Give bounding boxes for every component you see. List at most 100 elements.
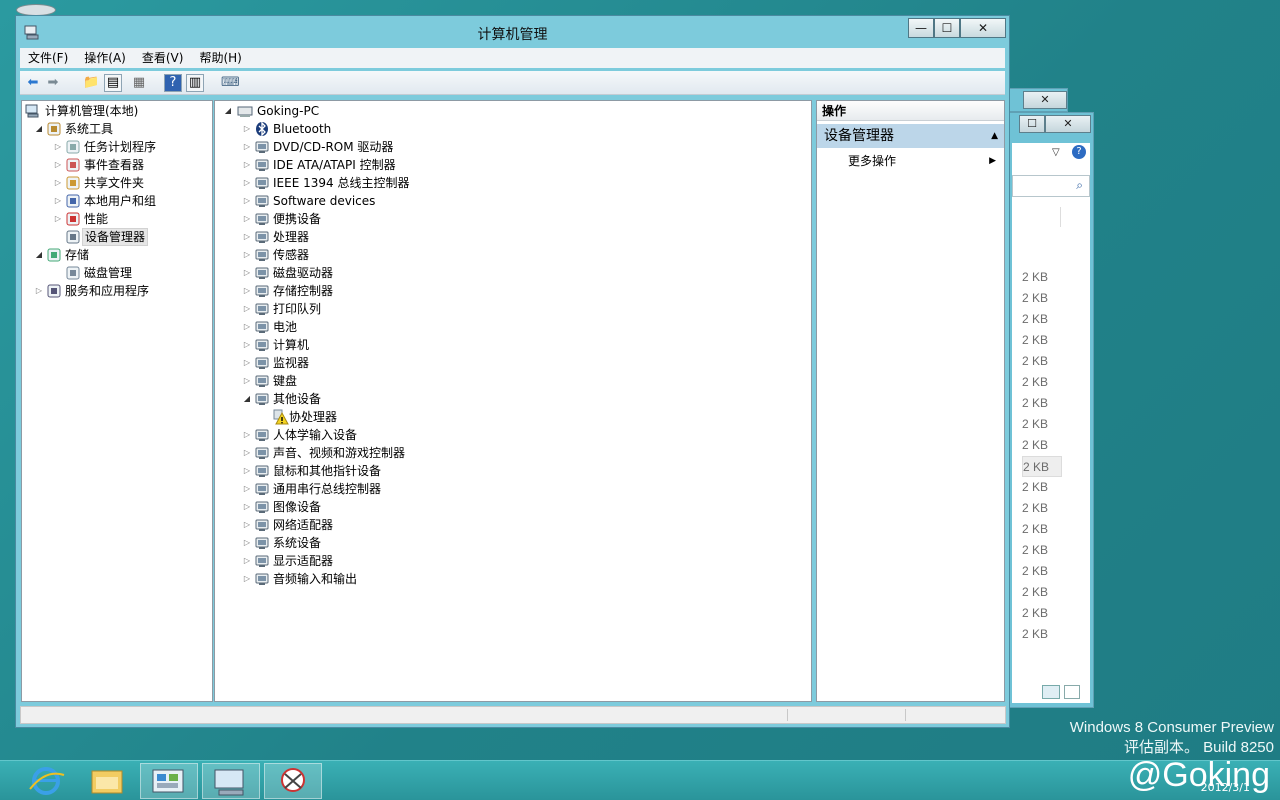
expand-arrow-icon[interactable]: ▷: [242, 426, 252, 444]
close-button[interactable]: ✕: [960, 18, 1006, 38]
device-child-item[interactable]: 协处理器: [261, 408, 581, 426]
file-size-cell[interactable]: 2 KB: [1022, 372, 1062, 393]
file-size-cell[interactable]: 2 KB: [1022, 582, 1062, 603]
file-size-cell[interactable]: 2 KB: [1022, 456, 1062, 477]
expand-arrow-icon[interactable]: ▷: [34, 282, 44, 300]
tree-item[interactable]: 设备管理器: [53, 228, 212, 246]
expand-arrow-icon[interactable]: ▷: [242, 354, 252, 372]
file-size-cell[interactable]: 2 KB: [1022, 393, 1062, 414]
expand-arrow-icon[interactable]: ▷: [242, 444, 252, 462]
device-category[interactable]: ▷ 键盘: [242, 372, 562, 390]
device-category[interactable]: ▷ 便携设备: [242, 210, 562, 228]
background-window-1[interactable]: ✕: [1008, 88, 1068, 112]
expand-arrow-icon[interactable]: ▷: [242, 282, 252, 300]
expand-arrow-icon[interactable]: ▷: [53, 138, 63, 156]
expand-arrow-icon[interactable]: ◢: [34, 120, 44, 138]
device-category[interactable]: ▷ 磁盘驱动器: [242, 264, 562, 282]
file-size-cell[interactable]: 2 KB: [1022, 330, 1062, 351]
taskbar-snipping-tool[interactable]: [264, 763, 322, 799]
file-size-cell[interactable]: 2 KB: [1022, 624, 1062, 645]
device-category[interactable]: ▷ 传感器: [242, 246, 562, 264]
expand-arrow-icon[interactable]: ▷: [242, 336, 252, 354]
tree-root[interactable]: 计算机管理(本地): [25, 102, 210, 120]
maximize-button[interactable]: ☐: [934, 18, 960, 38]
expand-arrow-icon[interactable]: ▷: [242, 264, 252, 282]
taskbar-computer-management[interactable]: [202, 763, 260, 799]
file-size-cell[interactable]: 2 KB: [1022, 267, 1062, 288]
device-category[interactable]: ▷ 声音、视频和游戏控制器: [242, 444, 562, 462]
expand-arrow-icon[interactable]: ▷: [242, 246, 252, 264]
expand-arrow-icon[interactable]: ▷: [242, 372, 252, 390]
device-category[interactable]: ▷ IEEE 1394 总线主控制器: [242, 174, 562, 192]
forward-icon[interactable]: ➡: [44, 74, 62, 92]
device-category[interactable]: ▷ 网络适配器: [242, 516, 562, 534]
background-explorer-window[interactable]: ☐ ✕ ▽ ? ⌕ 2 KB 2 KB 2 KB 2 KB 2 KB 2 KB 2 KB 2 …: [1008, 112, 1094, 708]
menu-file[interactable]: 文件(F): [20, 48, 76, 68]
tree-item[interactable]: ◢ 系统工具: [34, 120, 204, 138]
help-icon[interactable]: ?: [164, 74, 182, 92]
actions-section-device-manager[interactable]: 设备管理器 ▲: [817, 124, 1004, 148]
device-tree[interactable]: ◢ Goking-PC ▷ Bluetooth ▷ DVD/CD-ROM 驱动器 ▷ ID…: [214, 100, 812, 702]
expand-arrow-icon[interactable]: ▷: [242, 480, 252, 498]
computer-management-window[interactable]: 计算机管理 — ☐ ✕ 文件(F) 操作(A) 查看(V) 帮助(H) ⬅ ➡ 📁 ▤…: [15, 15, 1010, 728]
close-icon[interactable]: ✕: [1045, 115, 1091, 133]
expand-arrow-icon[interactable]: ▷: [53, 174, 63, 192]
collapse-up-icon[interactable]: ▲: [991, 124, 998, 148]
file-size-cell[interactable]: 2 KB: [1022, 309, 1062, 330]
file-size-cell[interactable]: 2 KB: [1022, 498, 1062, 519]
taskbar-control-panel[interactable]: [140, 763, 198, 799]
expand-arrow-icon[interactable]: ▷: [242, 210, 252, 228]
tree-item[interactable]: ▷ 本地用户和组: [53, 192, 212, 210]
search-input[interactable]: ⌕: [1012, 175, 1090, 197]
device-category[interactable]: ◢ 其他设备: [242, 390, 562, 408]
file-size-cell[interactable]: 2 KB: [1022, 603, 1062, 624]
file-size-cell[interactable]: 2 KB: [1022, 288, 1062, 309]
device-category[interactable]: ▷ Bluetooth: [242, 120, 562, 138]
tree-item[interactable]: 磁盘管理: [53, 264, 212, 282]
device-root[interactable]: ◢ Goking-PC: [223, 102, 523, 120]
show-hide-action-pane-icon[interactable]: ▥: [186, 74, 204, 92]
more-actions-item[interactable]: 更多操作 ▶: [817, 151, 1004, 171]
expand-arrow-icon[interactable]: ▷: [242, 498, 252, 516]
thumbnail-view-icon[interactable]: [1064, 685, 1080, 699]
file-explorer-icon[interactable]: [78, 763, 136, 799]
device-category[interactable]: ▷ 打印队列: [242, 300, 562, 318]
scan-hardware-icon[interactable]: ⌨: [220, 74, 240, 92]
expand-arrow-icon[interactable]: ▷: [242, 138, 252, 156]
tree-item[interactable]: ▷ 性能: [53, 210, 212, 228]
expand-arrow-icon[interactable]: ▷: [242, 228, 252, 246]
expand-arrow-icon[interactable]: ▷: [242, 552, 252, 570]
properties-icon[interactable]: ▦: [130, 74, 148, 92]
device-category[interactable]: ▷ 人体学输入设备: [242, 426, 562, 444]
collapse-arrow-icon[interactable]: ◢: [223, 102, 233, 120]
expand-arrow-icon[interactable]: ▷: [242, 192, 252, 210]
device-category[interactable]: ▷ 通用串行总线控制器: [242, 480, 562, 498]
details-view-icon[interactable]: [1042, 685, 1060, 699]
help-icon[interactable]: ?: [1072, 145, 1086, 159]
menu-action[interactable]: 操作(A): [76, 48, 134, 68]
expand-arrow-icon[interactable]: ▷: [53, 156, 63, 174]
file-size-cell[interactable]: 2 KB: [1022, 351, 1062, 372]
up-folder-icon[interactable]: 📁: [82, 74, 100, 92]
title-bar[interactable]: 计算机管理 — ☐ ✕: [16, 16, 1009, 48]
show-hide-tree-icon[interactable]: ▤: [104, 74, 122, 92]
device-category[interactable]: ▷ 系统设备: [242, 534, 562, 552]
expand-arrow-icon[interactable]: ▷: [242, 318, 252, 336]
device-category[interactable]: ▷ 鼠标和其他指针设备: [242, 462, 562, 480]
internet-explorer-icon[interactable]: [16, 763, 74, 799]
file-size-cell[interactable]: 2 KB: [1022, 561, 1062, 582]
file-size-cell[interactable]: 2 KB: [1022, 477, 1062, 498]
device-category[interactable]: ▷ 电池: [242, 318, 562, 336]
back-icon[interactable]: ⬅: [24, 74, 42, 92]
device-category[interactable]: ▷ 计算机: [242, 336, 562, 354]
close-icon[interactable]: ✕: [1023, 91, 1067, 109]
tree-item[interactable]: ▷ 事件查看器: [53, 156, 212, 174]
expand-arrow-icon[interactable]: ▷: [242, 570, 252, 588]
tree-item[interactable]: ◢ 存储: [34, 246, 204, 264]
expand-arrow-icon[interactable]: ◢: [242, 390, 252, 408]
file-size-cell[interactable]: 2 KB: [1022, 414, 1062, 435]
file-size-cell[interactable]: 2 KB: [1022, 540, 1062, 561]
expand-arrow-icon[interactable]: ▷: [242, 462, 252, 480]
expand-arrow-icon[interactable]: ▷: [242, 120, 252, 138]
device-category[interactable]: ▷ DVD/CD-ROM 驱动器: [242, 138, 562, 156]
